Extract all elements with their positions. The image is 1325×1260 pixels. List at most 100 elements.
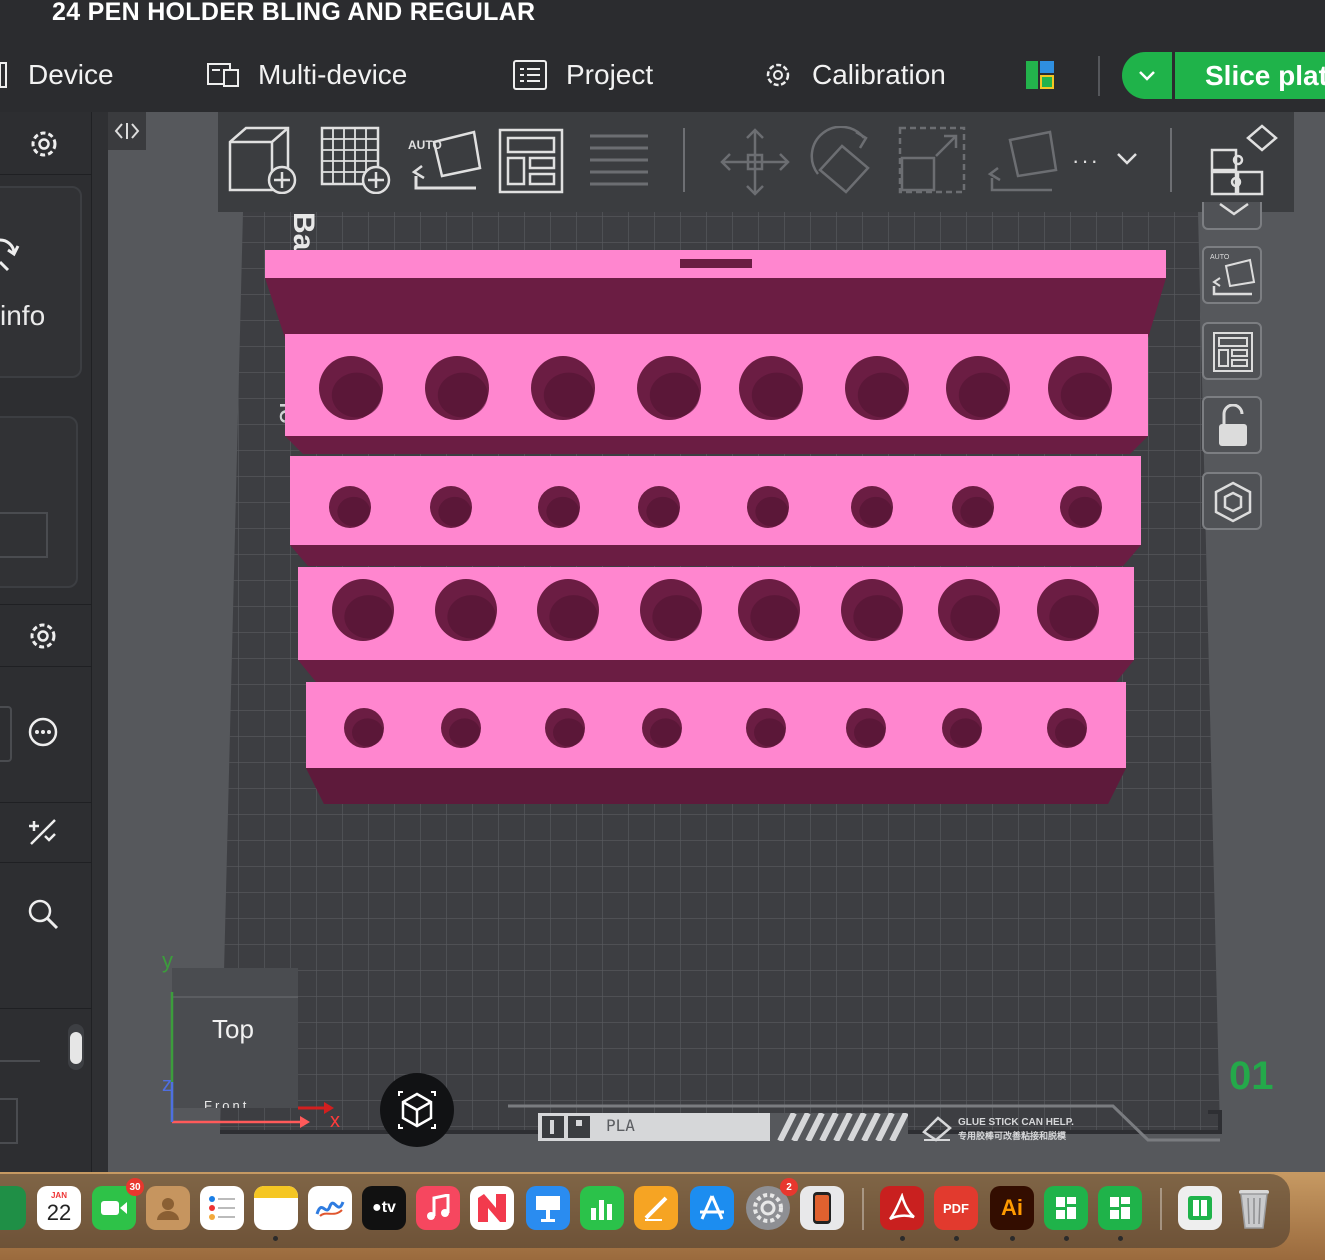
scale-icon[interactable] <box>898 126 968 196</box>
auto-orient-button[interactable]: AUTO <box>408 126 484 201</box>
pen-hole-depth <box>553 718 585 747</box>
pen-hole-depth <box>1060 372 1111 418</box>
nav-multicolor[interactable] <box>1025 50 1073 100</box>
right-lock-button[interactable] <box>1202 396 1262 454</box>
3d-viewport[interactable]: Ba ic Top Front y z x 01 PLA <box>108 112 1325 1172</box>
trash-icon <box>1239 1190 1269 1229</box>
dock-news[interactable] <box>470 1186 514 1230</box>
right-auto-orient-button[interactable]: AUTO <box>1202 246 1262 304</box>
chevron-down-icon <box>1139 70 1155 81</box>
scrollbar-thumb[interactable] <box>70 1032 82 1064</box>
nav-calibration[interactable]: Calibration <box>762 50 946 100</box>
rotate-icon[interactable] <box>808 126 880 198</box>
add-plate-icon[interactable] <box>320 126 392 194</box>
model-row-2-front-shadow <box>290 545 1141 566</box>
pen-hole-depth <box>652 595 701 639</box>
pen-hole-depth <box>438 496 472 527</box>
dock-keynote[interactable] <box>526 1186 570 1230</box>
printer-info-card[interactable] <box>0 186 82 378</box>
layers-icon[interactable] <box>588 132 650 190</box>
collapse-sidebar-button[interactable] <box>108 112 146 150</box>
preset-dropdown[interactable] <box>0 706 12 762</box>
pen-hole-depth <box>437 372 488 418</box>
nav-multi-device[interactable]: Multi-device <box>206 50 407 100</box>
cube-view-icon <box>398 1091 436 1129</box>
dock-apple-tv[interactable]: ● tv <box>362 1186 406 1230</box>
slice-dropdown-button[interactable] <box>1122 52 1172 99</box>
app-store-icon <box>700 1195 724 1220</box>
dock-reminders[interactable] <box>200 1186 244 1230</box>
right-arrange-button[interactable] <box>1202 322 1262 380</box>
filament-card[interactable] <box>0 416 78 588</box>
dock-pages[interactable] <box>634 1186 678 1230</box>
plate-stripes <box>770 1113 908 1141</box>
eraser-icon <box>922 1116 952 1142</box>
pen-icon <box>644 1196 668 1221</box>
toolbar-divider <box>1170 128 1172 192</box>
dock-app-store[interactable] <box>690 1186 734 1230</box>
more-tools-label[interactable]: ··· <box>1072 148 1100 174</box>
camera-reset-button[interactable] <box>380 1073 454 1147</box>
pen-hole-depth <box>958 372 1009 418</box>
dock-bambu-studio-2[interactable] <box>1098 1186 1142 1230</box>
nav-project[interactable]: Project <box>512 50 653 100</box>
add-object-icon[interactable] <box>228 126 298 194</box>
model-back-wall <box>265 278 1166 338</box>
plate-label-strip: PLA <box>538 1113 908 1141</box>
pen-hole-depth <box>750 595 799 639</box>
dock-freeform[interactable] <box>308 1186 352 1230</box>
assembly-puzzle-icon[interactable] <box>1208 122 1280 198</box>
filament-swatch[interactable] <box>0 512 48 558</box>
dock-running-indicator <box>954 1236 959 1241</box>
dock-pdf-app[interactable]: PDF <box>934 1186 978 1230</box>
scribble-icon <box>315 1201 345 1217</box>
dock-calendar[interactable]: JAN 22 <box>37 1186 81 1230</box>
dock-illustrator[interactable]: Ai <box>990 1186 1034 1230</box>
pen-hole-depth <box>646 496 680 527</box>
dock-facetime[interactable]: 30 <box>92 1178 144 1230</box>
model-base <box>306 768 1126 804</box>
sync-icon <box>0 238 20 272</box>
move-icon[interactable] <box>718 126 792 198</box>
right-tool-button-partial[interactable] <box>1202 202 1262 230</box>
dock-music[interactable] <box>416 1186 460 1230</box>
pen-hole-depth <box>754 718 786 747</box>
compare-icon[interactable] <box>27 816 59 853</box>
model-row-1-front-shadow <box>285 436 1148 454</box>
calibration-gear-icon <box>766 63 790 87</box>
pen-hole-depth <box>755 496 789 527</box>
pen-hole-depth <box>854 718 886 747</box>
settings-gear-icon <box>753 1193 783 1223</box>
dock-excel-partial[interactable] <box>0 1186 26 1230</box>
dock-acrobat[interactable] <box>880 1186 924 1230</box>
dock-iphone-mirroring[interactable] <box>800 1186 844 1230</box>
slice-plate-button[interactable]: Slice plate <box>1175 52 1325 99</box>
model-slot <box>680 259 752 268</box>
pen-hole-depth <box>1049 595 1098 639</box>
arrange-icon[interactable] <box>498 128 564 194</box>
search-icon[interactable] <box>27 898 59 935</box>
dock-bambu-studio[interactable] <box>1044 1186 1088 1230</box>
dock-system-settings[interactable]: 2 <box>746 1178 798 1230</box>
dock-contacts[interactable] <box>146 1186 190 1230</box>
nav-device[interactable]: Device <box>0 50 114 100</box>
multi-device-icon <box>207 63 239 87</box>
dock-notes[interactable] <box>254 1186 298 1230</box>
chevron-down-icon[interactable] <box>1116 152 1138 166</box>
slicer-app-window: 24 PEN HOLDER BLING AND REGULAR Device M… <box>0 0 1325 1172</box>
pen-hole-depth <box>546 496 580 527</box>
process-settings-gear-icon[interactable] <box>27 620 59 657</box>
printer-settings-gear-icon[interactable] <box>28 128 60 165</box>
more-options-icon[interactable] <box>27 716 59 753</box>
dock-numbers[interactable] <box>580 1186 624 1230</box>
lay-on-face-icon[interactable] <box>984 128 1058 196</box>
toolbar-divider <box>683 128 685 192</box>
title-bar: 24 PEN HOLDER BLING AND REGULAR Device M… <box>0 0 1325 112</box>
dock-bambu-folder[interactable] <box>1178 1186 1222 1230</box>
right-plate-settings-button[interactable] <box>1202 472 1262 530</box>
pen-hole-depth <box>650 718 682 747</box>
dock-trash[interactable] <box>1232 1186 1276 1230</box>
auto-orient-icon <box>1212 258 1256 296</box>
settings-field[interactable] <box>0 1098 18 1144</box>
left-panel-scrollbar[interactable] <box>68 1024 84 1070</box>
